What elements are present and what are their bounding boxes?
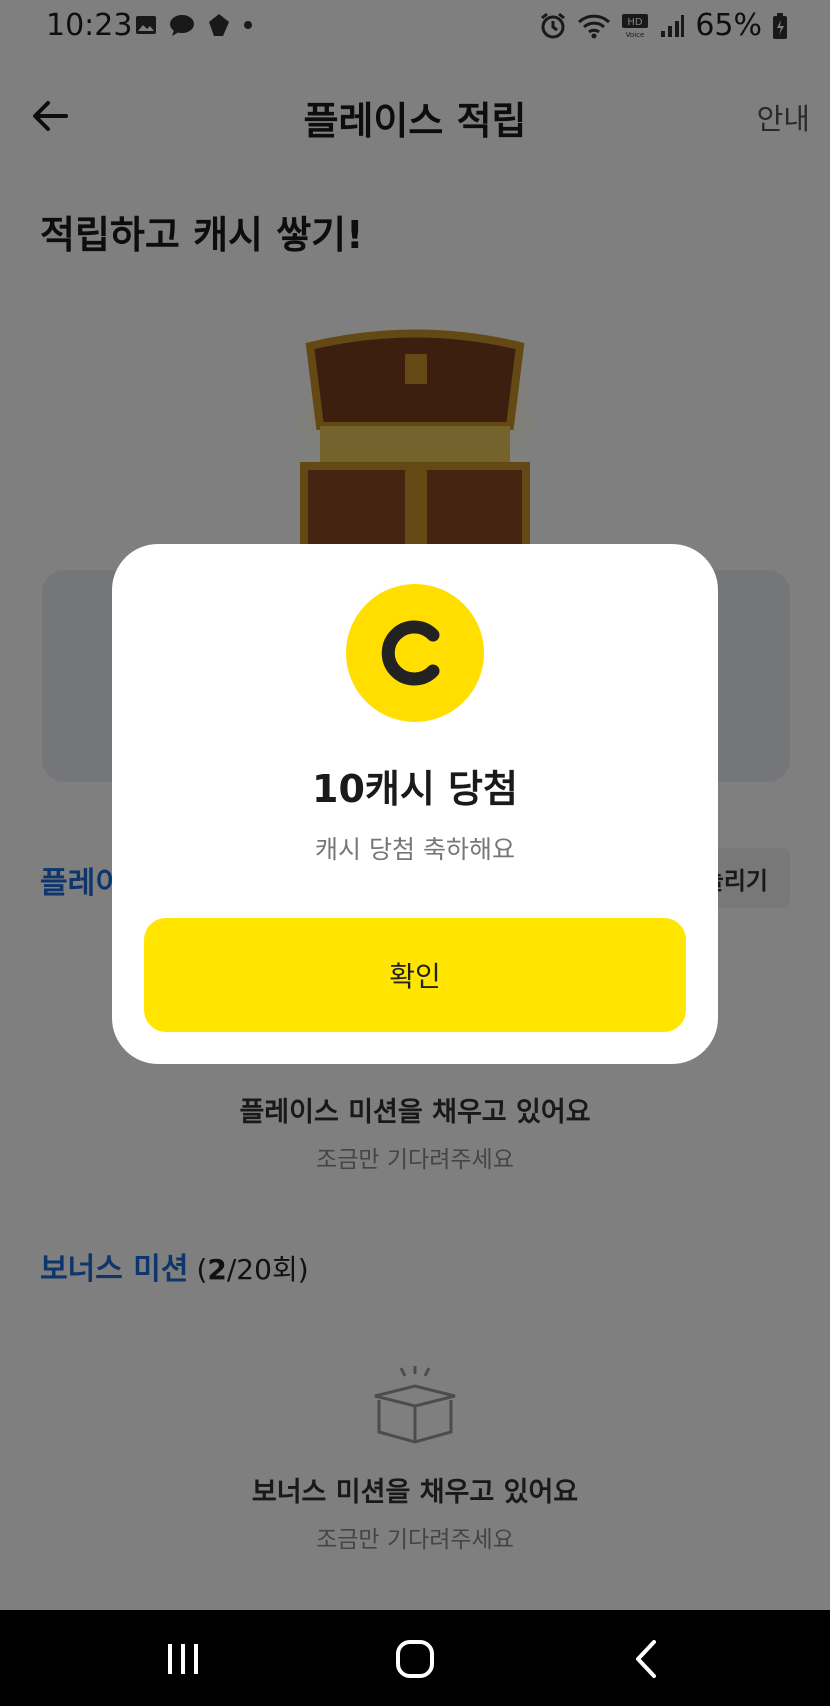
recent-apps-icon[interactable]	[158, 1634, 208, 1684]
home-icon[interactable]	[390, 1634, 440, 1684]
cash-coin-icon	[346, 584, 484, 722]
dialog-message: 캐시 당첨 축하해요	[315, 835, 515, 864]
reward-dialog: 10캐시 당첨 캐시 당첨 축하해요 확인	[112, 544, 718, 1064]
confirm-button[interactable]: 확인	[144, 918, 686, 1032]
coin-c-icon	[381, 620, 440, 686]
dialog-title: 10캐시 당첨	[312, 767, 518, 811]
back-icon[interactable]	[622, 1634, 672, 1684]
